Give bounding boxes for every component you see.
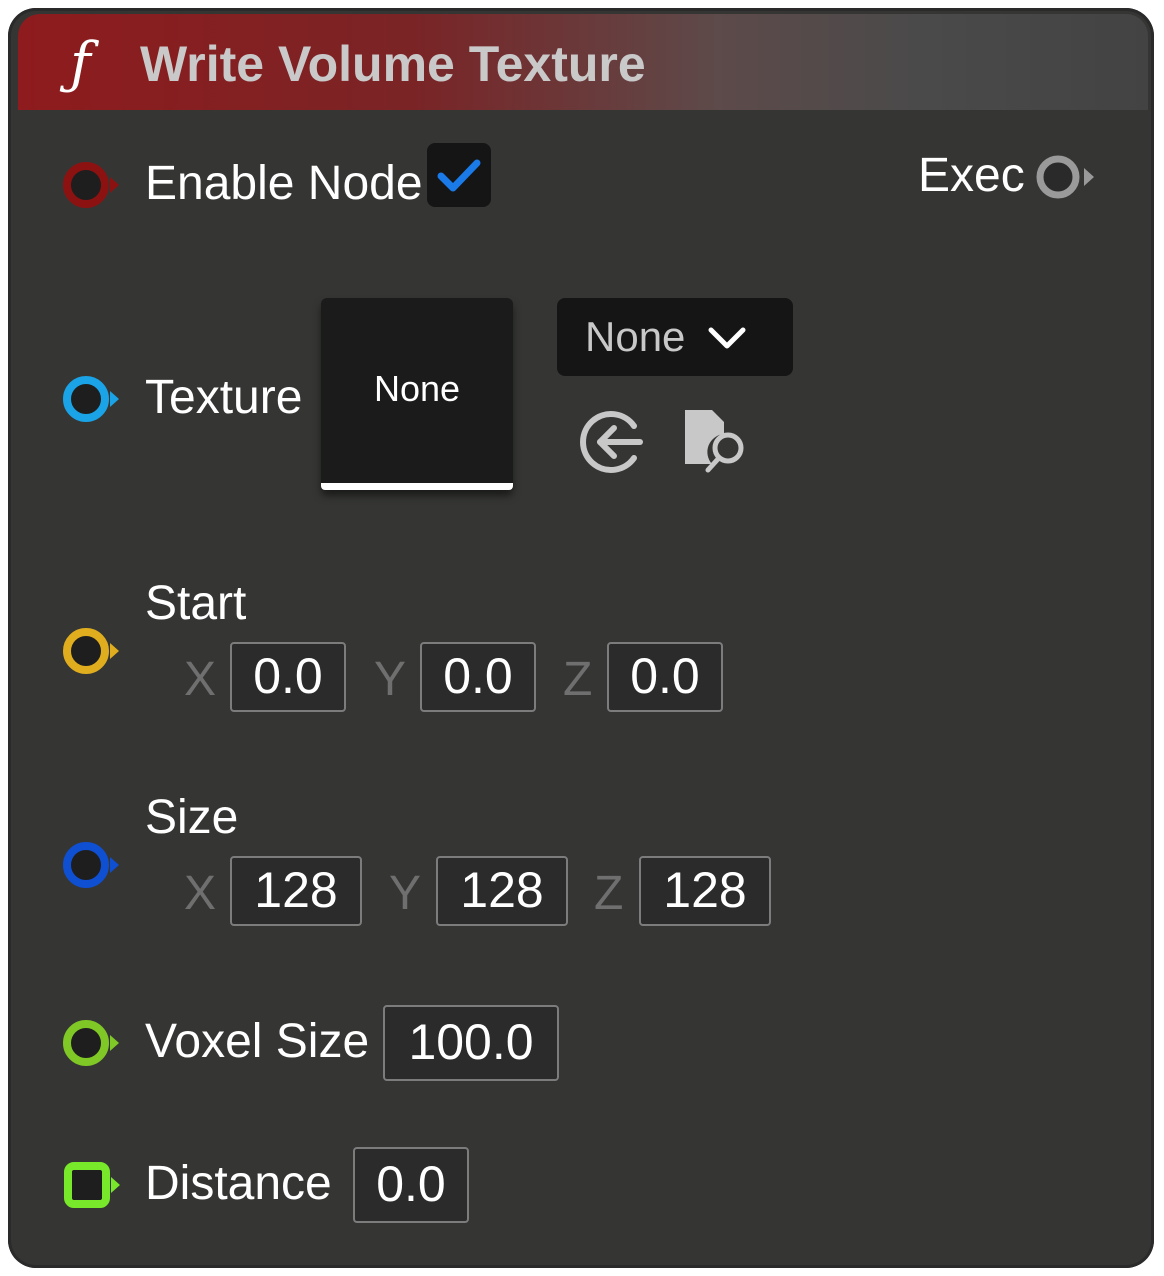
voxel-size-label: Voxel Size <box>145 1015 370 1068</box>
size-x-field[interactable]: 128 <box>230 856 362 926</box>
size-label: Size <box>145 791 239 844</box>
texture-pin-icon[interactable] <box>62 374 126 424</box>
texture-asset-dropdown[interactable]: None <box>557 298 793 376</box>
start-y-axis-label: Y <box>374 653 407 706</box>
thumbnail-underline <box>321 483 513 490</box>
start-y-field[interactable]: 0.0 <box>420 642 536 712</box>
enable-node-pin-icon[interactable] <box>62 160 126 210</box>
texture-asset-thumbnail[interactable]: None <box>321 298 513 490</box>
distance-field[interactable]: 0.0 <box>353 1147 469 1223</box>
thumbnail-text: None <box>373 368 461 409</box>
start-z-axis-label: Z <box>563 653 593 706</box>
node-header[interactable]: ƒ Write Volume Texture <box>18 14 1148 110</box>
texture-label: Texture <box>145 371 303 424</box>
distance-pin-icon[interactable] <box>62 1160 126 1210</box>
start-pin-icon[interactable] <box>62 626 126 676</box>
distance-label: Distance <box>145 1157 332 1210</box>
size-z-field[interactable]: 128 <box>639 856 771 926</box>
use-selected-asset-icon[interactable] <box>578 408 646 476</box>
start-x-field[interactable]: 0.0 <box>230 642 346 712</box>
size-pin-icon[interactable] <box>62 840 126 890</box>
size-z-axis-label: Z <box>594 867 624 920</box>
chevron-down-icon <box>708 327 746 349</box>
voxel-size-field[interactable]: 100.0 <box>383 1005 559 1081</box>
start-z-field[interactable]: 0.0 <box>607 642 723 712</box>
exec-label: Exec <box>918 149 1025 202</box>
start-x-axis-label: X <box>184 653 217 706</box>
enable-node-label: Enable Node <box>145 157 423 210</box>
start-label: Start <box>145 577 247 630</box>
function-icon: ƒ <box>70 31 91 96</box>
voxel-size-pin-icon[interactable] <box>62 1018 126 1068</box>
browse-asset-icon[interactable] <box>682 406 754 478</box>
node-title: Write Volume Texture <box>140 36 646 92</box>
dropdown-value: None <box>585 313 686 360</box>
checkmark-icon <box>437 159 481 192</box>
size-x-axis-label: X <box>184 867 217 920</box>
size-y-axis-label: Y <box>389 867 422 920</box>
exec-output-pin-icon[interactable] <box>1034 152 1100 202</box>
enable-node-checkbox[interactable] <box>427 143 491 207</box>
size-y-field[interactable]: 128 <box>436 856 568 926</box>
